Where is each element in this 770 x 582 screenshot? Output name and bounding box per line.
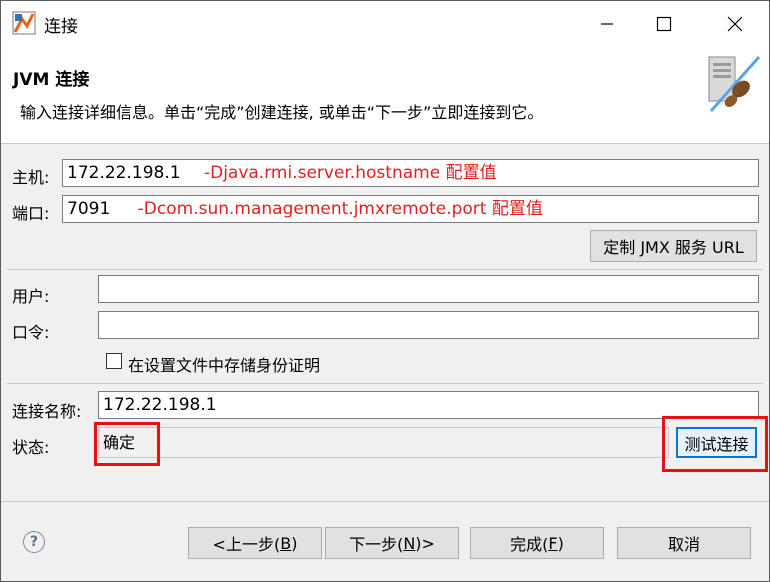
finish-suffix: ) <box>557 533 564 553</box>
eclipse-app-icon <box>12 11 36 35</box>
password-input[interactable] <box>98 311 759 339</box>
footer-separator <box>1 501 769 502</box>
host-annotation: -Djava.rmi.server.hostname 配置值 <box>203 163 497 183</box>
port-value: 7091 <box>67 199 111 219</box>
port-input[interactable]: 7091 -Dcom.sun.management.jmxremote.port… <box>62 195 759 223</box>
host-label: 主机: <box>12 168 50 187</box>
status-highlight <box>94 422 160 466</box>
back-suffix: ) <box>291 533 298 553</box>
cancel-button[interactable]: 取消 <box>617 527 751 559</box>
page-description: 输入连接详细信息。单击“完成”创建连接, 或单击“下一步”立即连接到它。 <box>20 103 544 122</box>
connection-name-value: 172.22.198.1 <box>103 395 217 415</box>
back-button[interactable]: <上一步(B) <box>188 527 322 559</box>
back-mnemonic: B <box>280 533 292 553</box>
page-title: JVM 连接 <box>13 70 90 90</box>
title-bar: 连接 <box>1 1 769 47</box>
help-icon[interactable]: ? <box>23 531 45 553</box>
port-annotation: -Dcom.sun.management.jmxremote.port 配置值 <box>137 199 543 219</box>
status-label: 状态: <box>12 438 50 457</box>
minimize-button[interactable] <box>584 1 630 47</box>
port-label: 端口: <box>12 204 50 223</box>
back-button-label: <上一步( <box>212 535 281 554</box>
finish-button-label: 完成( <box>510 535 549 554</box>
finish-button[interactable]: 完成(F) <box>470 527 604 559</box>
custom-jmx-url-button[interactable]: 定制 JMX 服务 URL <box>590 230 757 262</box>
maximize-button[interactable] <box>641 1 687 47</box>
maximize-icon <box>656 16 672 32</box>
next-button[interactable]: 下一步(N)> <box>325 527 459 559</box>
user-input[interactable] <box>98 275 759 303</box>
status-field: 确定 <box>98 427 669 458</box>
separator <box>7 269 763 270</box>
close-button[interactable] <box>712 1 758 47</box>
test-button-highlight <box>662 416 768 472</box>
server-connection-icon <box>708 56 761 112</box>
store-credentials-checkbox[interactable] <box>106 353 122 369</box>
host-input[interactable]: 172.22.198.1 -Djava.rmi.server.hostname … <box>62 159 759 187</box>
next-button-label: 下一步( <box>349 535 404 554</box>
store-credentials-label: 在设置文件中存储身份证明 <box>128 356 321 375</box>
connection-name-input[interactable]: 172.22.198.1 <box>98 391 759 419</box>
close-icon <box>727 16 743 32</box>
user-label: 用户: <box>12 287 50 306</box>
next-suffix: )> <box>415 533 435 553</box>
minimize-icon <box>601 23 613 25</box>
password-label: 口令: <box>12 323 50 342</box>
wizard-header: JVM 连接 输入连接详细信息。单击“完成”创建连接, 或单击“下一步”立即连接… <box>1 47 769 144</box>
connection-name-label: 连接名称: <box>12 402 82 421</box>
window-title: 连接 <box>44 17 78 37</box>
finish-mnemonic: F <box>548 533 558 553</box>
next-mnemonic: N <box>403 533 416 553</box>
connection-dialog: 连接 JVM 连接 输入连接详细信息。单击“完成”创建连接, 或单击“下一步”立… <box>0 0 770 582</box>
host-value: 172.22.198.1 <box>67 163 181 183</box>
separator <box>7 383 763 384</box>
